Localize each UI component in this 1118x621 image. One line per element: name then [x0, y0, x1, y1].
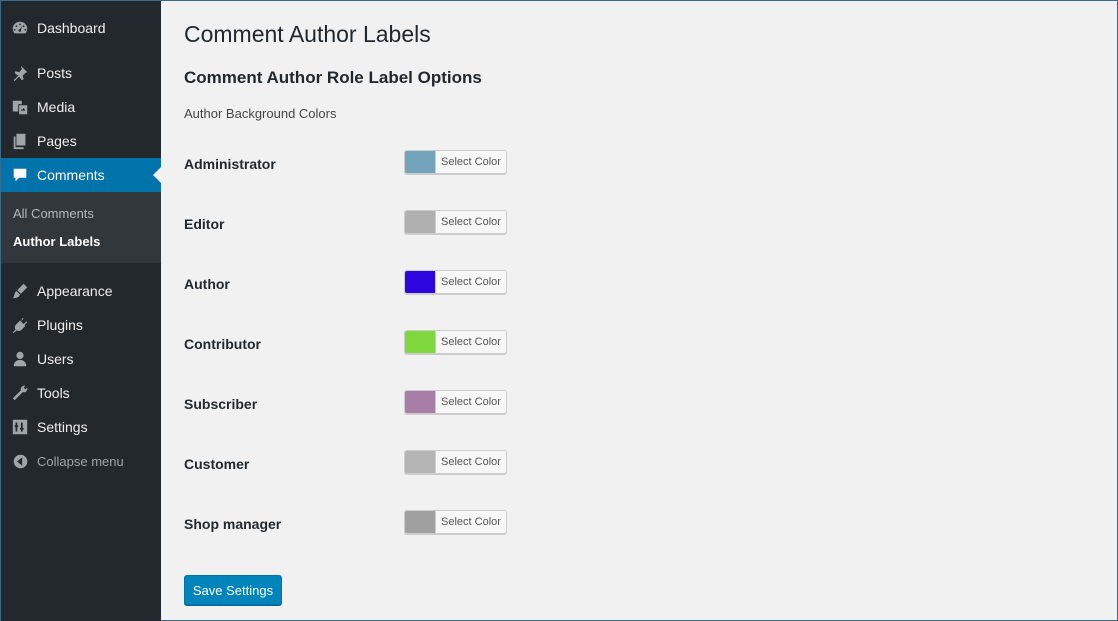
role-row-contributor: Contributor Select Color	[184, 330, 584, 358]
sidebar-item-pages[interactable]: Pages	[1, 124, 161, 158]
save-settings-button[interactable]: Save Settings	[184, 575, 282, 605]
color-swatch	[405, 391, 436, 413]
color-swatch	[405, 211, 436, 233]
role-label: Shop manager	[184, 516, 282, 532]
media-icon	[1, 98, 37, 116]
role-label: Contributor	[184, 336, 261, 352]
color-swatch	[405, 151, 436, 173]
role-label: Administrator	[184, 156, 276, 172]
select-color-label: Select Color	[436, 151, 506, 173]
pages-icon	[1, 132, 37, 150]
section-description: Author Background Colors	[184, 106, 337, 121]
role-row-author: Author Select Color	[184, 270, 584, 298]
role-label: Subscriber	[184, 396, 258, 412]
sidebar-item-users[interactable]: Users	[1, 342, 161, 376]
section-title: Comment Author Role Label Options	[184, 68, 482, 87]
sidebar-item-label: Dashboard	[37, 20, 106, 36]
collapse-menu-label: Collapse menu	[37, 453, 124, 469]
sidebar-item-label: Appearance	[37, 283, 113, 299]
sidebar-item-appearance[interactable]: Appearance	[1, 274, 161, 308]
submenu-item-all-comments[interactable]: All Comments	[13, 206, 94, 221]
select-color-button[interactable]: Select Color	[404, 210, 507, 234]
role-label: Customer	[184, 456, 250, 472]
role-row-administrator: Administrator Select Color	[184, 150, 584, 178]
sidebar-item-media[interactable]: Media	[1, 90, 161, 124]
dashboard-icon	[1, 19, 37, 37]
select-color-label: Select Color	[436, 511, 506, 533]
sidebar-item-plugins[interactable]: Plugins	[1, 308, 161, 342]
admin-sidebar: Dashboard Posts Media Pages Comments All…	[1, 1, 161, 621]
submenu-item-author-labels[interactable]: Author Labels	[13, 234, 100, 249]
sidebar-item-label: Comments	[37, 167, 105, 183]
pin-icon	[1, 64, 37, 82]
color-swatch	[405, 511, 436, 533]
collapse-menu-button[interactable]: Collapse menu	[1, 444, 161, 478]
select-color-label: Select Color	[436, 331, 506, 353]
select-color-button[interactable]: Select Color	[404, 270, 507, 294]
sidebar-item-settings[interactable]: Settings	[1, 410, 161, 444]
select-color-button[interactable]: Select Color	[404, 390, 507, 414]
role-label: Author	[184, 276, 230, 292]
brush-icon	[1, 282, 37, 300]
collapse-arrow-icon	[1, 453, 37, 470]
color-swatch	[405, 331, 436, 353]
comments-submenu: All Comments Author Labels	[1, 192, 161, 263]
sidebar-item-label: Pages	[37, 133, 77, 149]
select-color-button[interactable]: Select Color	[404, 510, 507, 534]
role-row-editor: Editor Select Color	[184, 210, 584, 238]
color-swatch	[405, 451, 436, 473]
user-icon	[1, 350, 37, 368]
sliders-icon	[1, 418, 37, 436]
select-color-label: Select Color	[436, 211, 506, 233]
select-color-label: Select Color	[436, 391, 506, 413]
sidebar-item-label: Posts	[37, 65, 73, 81]
select-color-label: Select Color	[436, 271, 506, 293]
role-label: Editor	[184, 216, 225, 232]
sidebar-item-label: Media	[37, 99, 76, 115]
sidebar-item-label: Settings	[37, 419, 88, 435]
sidebar-item-label: Plugins	[37, 317, 83, 333]
comment-icon	[1, 166, 37, 184]
page-title: Comment Author Labels	[184, 21, 431, 47]
select-color-label: Select Color	[436, 451, 506, 473]
sidebar-item-posts[interactable]: Posts	[1, 56, 161, 90]
wrench-icon	[1, 384, 37, 402]
select-color-button[interactable]: Select Color	[404, 150, 507, 174]
sidebar-item-tools[interactable]: Tools	[1, 376, 161, 410]
plugin-icon	[1, 316, 37, 334]
role-row-subscriber: Subscriber Select Color	[184, 390, 584, 418]
main-content: Comment Author Labels Comment Author Rol…	[184, 1, 1117, 620]
sidebar-item-comments[interactable]: Comments	[1, 158, 161, 192]
role-row-shop-manager: Shop manager Select Color	[184, 510, 584, 538]
sidebar-item-dashboard[interactable]: Dashboard	[1, 11, 161, 45]
sidebar-item-label: Tools	[37, 385, 70, 401]
sidebar-item-label: Users	[37, 351, 74, 367]
select-color-button[interactable]: Select Color	[404, 450, 507, 474]
color-swatch	[405, 271, 436, 293]
role-row-customer: Customer Select Color	[184, 450, 584, 478]
select-color-button[interactable]: Select Color	[404, 330, 507, 354]
